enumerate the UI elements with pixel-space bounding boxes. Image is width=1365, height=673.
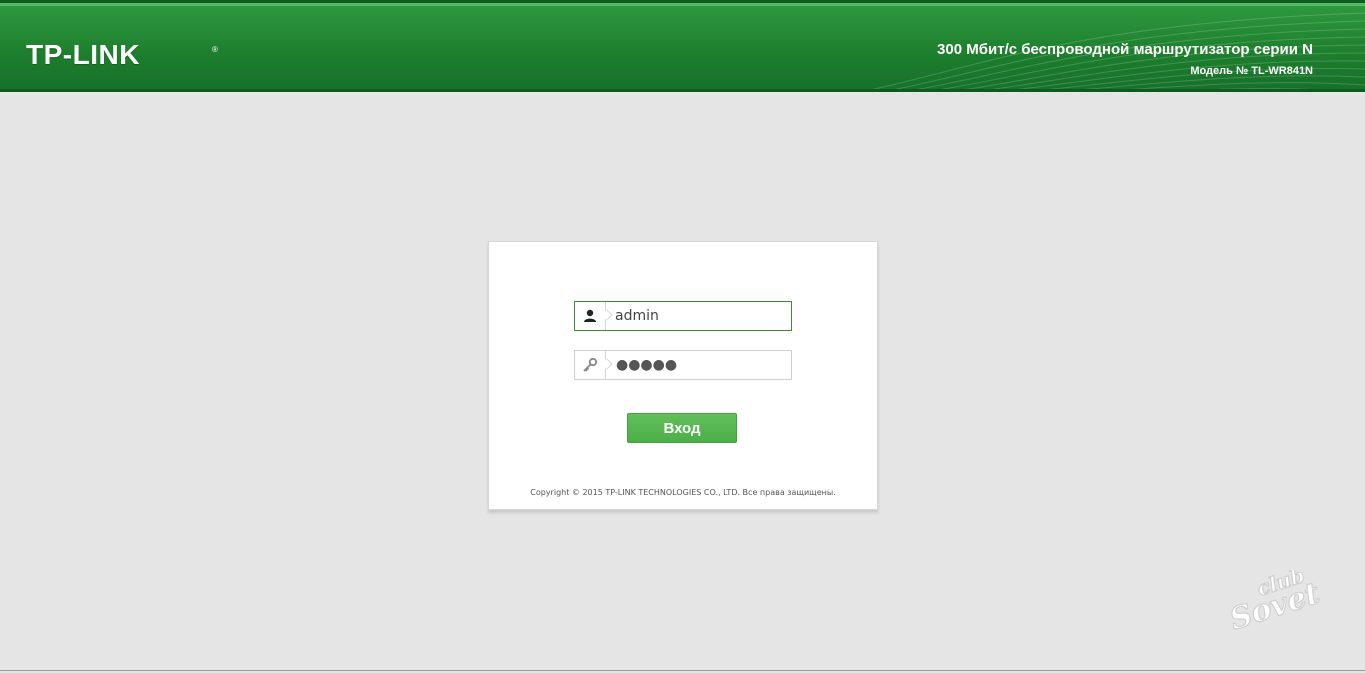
- login-button[interactable]: Вход: [627, 413, 737, 443]
- password-input[interactable]: ●●●●●: [616, 357, 677, 375]
- username-input[interactable]: [615, 306, 785, 326]
- watermark-logo: club Sovet: [1230, 570, 1325, 638]
- tp-link-logo: TP-LINK: [26, 39, 140, 70]
- password-field[interactable]: ●●●●●: [574, 350, 792, 380]
- header-banner: TP-LINK ® 300 Мбит/с беспроводной маршру…: [0, 0, 1365, 92]
- page-bottom-border: [0, 670, 1365, 671]
- copyright-text: Copyright © 2015 TP-LINK TECHNOLOGIES CO…: [530, 488, 836, 497]
- username-field[interactable]: [574, 301, 792, 331]
- header-bottom-line: [0, 89, 1365, 92]
- login-panel: ●●●●● Вход Copyright © 2015 TP-LINK TECH…: [488, 241, 878, 510]
- model-title: 300 Мбит/с беспроводной маршрутизатор се…: [937, 41, 1313, 58]
- model-number: Модель № TL-WR841N: [1190, 65, 1313, 77]
- registered-mark: ®: [212, 45, 218, 54]
